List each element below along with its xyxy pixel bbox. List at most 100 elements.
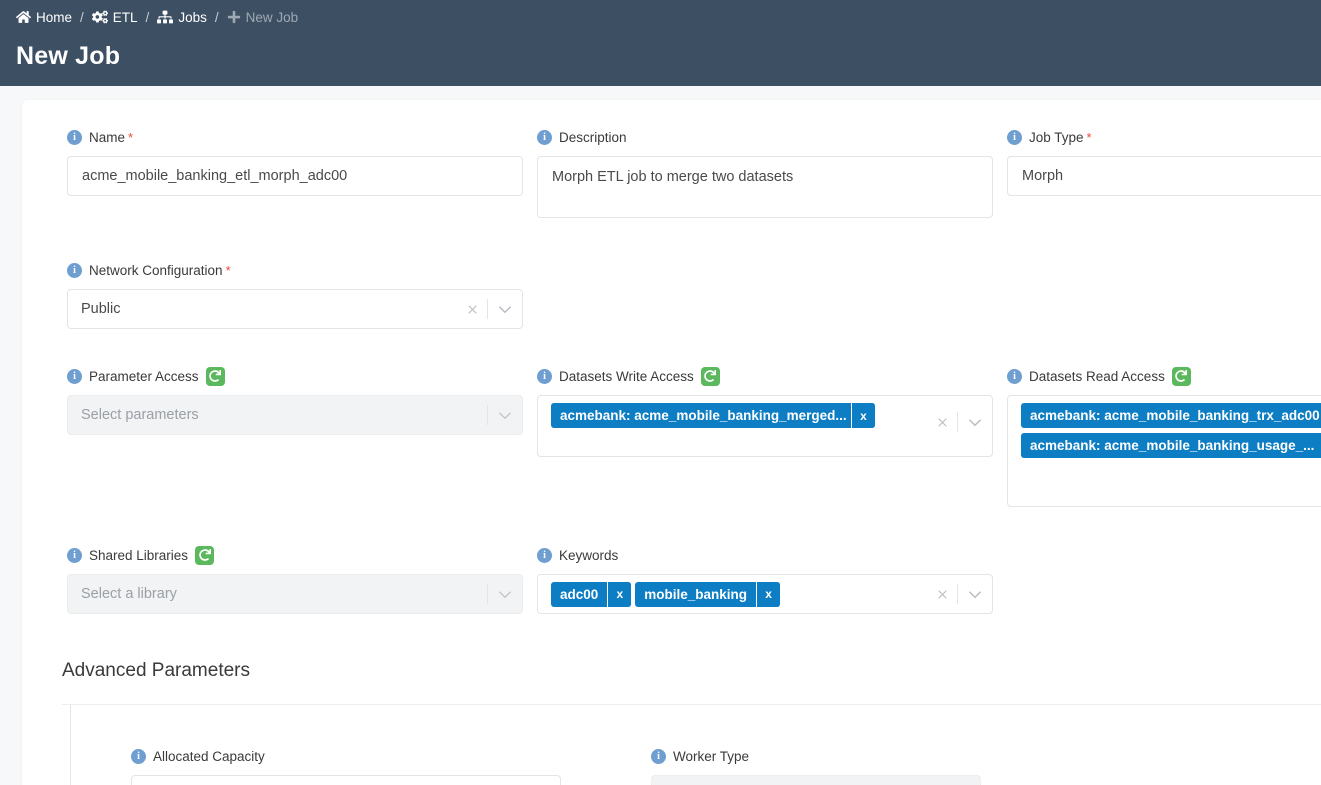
- info-icon[interactable]: i: [67, 547, 82, 563]
- select-indicators: [945, 776, 980, 785]
- info-icon[interactable]: i: [1007, 368, 1022, 384]
- breadcrumb-label-etl: ETL: [112, 9, 138, 25]
- tag-remove-icon[interactable]: x: [756, 581, 781, 607]
- home-icon: [16, 10, 31, 24]
- breadcrumb-item-jobs[interactable]: Jobs: [157, 10, 207, 25]
- info-icon[interactable]: i: [1007, 129, 1022, 145]
- select-indicators: [457, 290, 522, 328]
- field-label-network-configuration: i Network Configuration *: [67, 259, 523, 281]
- label-text-job-type: Job Type: [1029, 129, 1084, 145]
- advanced-parameters-title: Advanced Parameters: [62, 660, 250, 681]
- tag-remove-icon[interactable]: x: [607, 581, 632, 607]
- form-row-1: i Name * i Description Morph ETL job to …: [22, 126, 1321, 223]
- chevron-down-icon[interactable]: [958, 590, 992, 599]
- network-configuration-select[interactable]: Public: [67, 289, 523, 329]
- breadcrumb-item-etl[interactable]: ETL: [91, 9, 138, 25]
- tag-item: mobile_banking x: [635, 581, 781, 607]
- parameter-access-select[interactable]: Select parameters: [67, 395, 523, 435]
- field-label-shared-libraries: i Shared Libraries: [67, 544, 523, 566]
- datasets-write-access-select[interactable]: acmebank: acme_mobile_banking_merged... …: [537, 395, 993, 457]
- label-text-datasets-write-access: Datasets Write Access: [559, 368, 694, 384]
- breadcrumb-item-home[interactable]: Home: [16, 10, 72, 25]
- label-text-keywords: Keywords: [559, 547, 619, 563]
- chevron-down-icon[interactable]: [488, 590, 522, 599]
- datasets-read-access-select[interactable]: acmebank: acme_mobile_banking_trx_adc00 …: [1007, 395, 1321, 507]
- label-text-name: Name: [89, 129, 126, 145]
- advanced-parameters-section: Advanced Parameters i Allocated Capacity…: [22, 660, 1321, 785]
- network-configuration-value: Public: [81, 301, 121, 317]
- label-text-description: Description: [559, 129, 627, 145]
- selected-tags: acmebank: acme_mobile_banking_merged... …: [551, 403, 927, 428]
- selected-tags: adc00 x mobile_banking x: [551, 581, 927, 607]
- field-label-datasets-read-access: i Datasets Read Access: [1007, 365, 1321, 387]
- description-textarea[interactable]: Morph ETL job to merge two datasets: [537, 156, 993, 218]
- info-icon[interactable]: i: [67, 368, 82, 384]
- required-marker: *: [128, 129, 134, 145]
- tag-item: adc00 x: [551, 581, 632, 607]
- field-label-parameter-access: i Parameter Access: [67, 365, 523, 387]
- field-name: i Name *: [67, 126, 523, 223]
- tag-label: mobile_banking: [644, 586, 748, 602]
- shared-libraries-placeholder: Select a library: [81, 586, 177, 602]
- field-datasets-write-access: i Datasets Write Access acmebank: acme_m…: [537, 365, 993, 507]
- info-icon[interactable]: i: [131, 748, 146, 764]
- selected-tags: acmebank: acme_mobile_banking_trx_adc00 …: [1021, 403, 1321, 458]
- label-text-datasets-read-access: Datasets Read Access: [1029, 368, 1165, 384]
- breadcrumb-separator: /: [80, 9, 84, 25]
- field-network-configuration: i Network Configuration * Public: [67, 259, 523, 329]
- label-text-parameter-access: Parameter Access: [89, 368, 199, 384]
- required-marker: *: [1086, 129, 1092, 145]
- breadcrumb-separator: /: [214, 9, 219, 25]
- tag-label: acmebank: acme_mobile_banking_trx_adc00: [1030, 408, 1320, 423]
- page-header: Home / ETL / Jobs / New Job New Job: [0, 0, 1321, 86]
- breadcrumb-label-new-job: New Job: [245, 9, 299, 25]
- field-label-keywords: i Keywords: [537, 544, 993, 566]
- tag-label: acmebank: acme_mobile_banking_usage_...: [1030, 438, 1315, 453]
- parameter-access-placeholder: Select parameters: [81, 407, 199, 423]
- field-label-worker-type: i Worker Type: [651, 745, 981, 767]
- job-type-input[interactable]: [1007, 156, 1321, 196]
- plus-icon: [227, 10, 241, 24]
- breadcrumb-label-home: Home: [36, 9, 73, 25]
- chevron-down-icon[interactable]: [958, 418, 992, 427]
- select-indicators: [927, 575, 992, 613]
- refresh-icon[interactable]: [205, 366, 225, 386]
- form-row-2: i Network Configuration * Public: [22, 259, 1321, 329]
- required-marker: *: [225, 262, 231, 278]
- name-input[interactable]: [67, 156, 523, 196]
- tag-remove-icon[interactable]: x: [851, 403, 875, 428]
- info-icon[interactable]: i: [67, 262, 82, 278]
- info-icon[interactable]: i: [537, 547, 552, 563]
- field-shared-libraries: i Shared Libraries Select a library: [67, 544, 523, 614]
- worker-type-select[interactable]: Select Worker Type: [651, 775, 981, 785]
- field-label-name: i Name *: [67, 126, 523, 148]
- tag-item: acmebank: acme_mobile_banking_trx_adc00 …: [1021, 403, 1321, 428]
- info-icon[interactable]: i: [651, 748, 666, 764]
- info-icon[interactable]: i: [537, 368, 552, 384]
- form-row-4: i Shared Libraries Select a library i Ke…: [22, 544, 1321, 614]
- info-icon[interactable]: i: [67, 129, 82, 145]
- label-text-worker-type: Worker Type: [673, 748, 750, 764]
- chevron-down-icon[interactable]: [488, 411, 522, 420]
- select-indicators: [927, 403, 992, 441]
- clear-icon[interactable]: [927, 416, 957, 429]
- clear-icon[interactable]: [927, 588, 957, 601]
- breadcrumb-item-new-job: New Job: [227, 9, 299, 25]
- info-icon[interactable]: i: [537, 129, 552, 145]
- shared-libraries-select[interactable]: Select a library: [67, 574, 523, 614]
- refresh-icon[interactable]: [195, 545, 215, 565]
- chevron-down-icon[interactable]: [488, 305, 522, 314]
- field-worker-type: i Worker Type Select Worker Type: [651, 745, 981, 785]
- refresh-icon[interactable]: [1171, 366, 1191, 386]
- breadcrumb-separator: /: [145, 9, 150, 25]
- refresh-icon[interactable]: [700, 366, 720, 386]
- label-text-shared-libraries: Shared Libraries: [89, 547, 189, 563]
- tag-label: adc00: [560, 586, 599, 602]
- keywords-select[interactable]: adc00 x mobile_banking x: [537, 574, 993, 614]
- field-keywords: i Keywords adc00 x mobile_banking x: [537, 544, 993, 614]
- cogs-icon: [91, 10, 108, 24]
- allocated-capacity-input[interactable]: [131, 775, 561, 785]
- clear-icon[interactable]: [457, 303, 487, 316]
- field-parameter-access: i Parameter Access Select parameters: [67, 365, 523, 507]
- select-indicators: [487, 575, 522, 613]
